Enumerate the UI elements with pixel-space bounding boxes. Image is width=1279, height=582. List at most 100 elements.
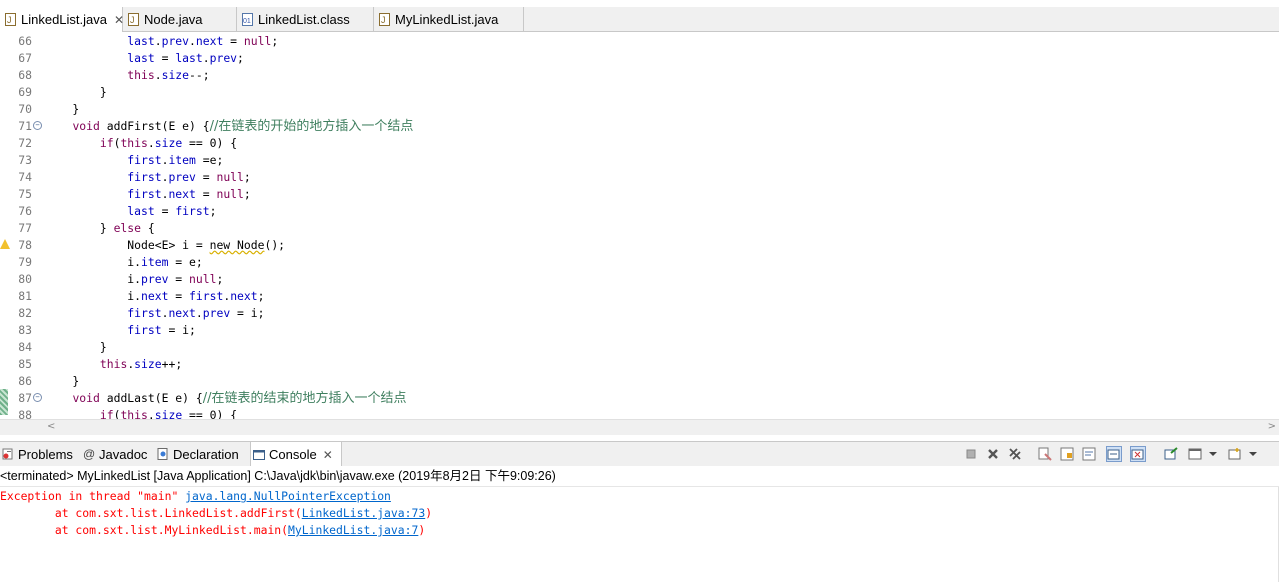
new-console-icon[interactable] (1228, 446, 1242, 460)
code-text: first.prev = null; (127, 170, 251, 184)
show-on-stdout-icon[interactable] (1106, 446, 1122, 462)
code-line[interactable]: 66 last.prev.next = null; (0, 33, 1279, 50)
show-on-stderr-icon[interactable] (1130, 446, 1146, 462)
code-line[interactable]: 84 } (0, 339, 1279, 356)
tab-node-java[interactable]: J Node.java (123, 7, 237, 31)
tab-mylinkedlist-java[interactable]: J MyLinkedList.java (374, 7, 524, 31)
code-line[interactable]: 67 last = last.prev; (0, 50, 1279, 67)
line-number: 73 (18, 153, 32, 167)
code-line[interactable]: 82 first.next.prev = i; (0, 305, 1279, 322)
tab-problems[interactable]: Problems (0, 442, 79, 466)
code-text: this.size++; (99, 357, 183, 371)
line-number: 66 (18, 34, 32, 48)
tab-javadoc[interactable]: @ Javadoc (81, 442, 153, 466)
code-line[interactable]: 78 Node<E> i = new Node(); (0, 237, 1279, 254)
close-icon[interactable]: ✕ (323, 448, 333, 462)
declaration-icon (157, 448, 169, 460)
fold-collapse-icon[interactable]: − (33, 121, 42, 130)
code-line[interactable]: 79 i.item = e; (0, 254, 1279, 271)
clear-console-icon[interactable] (1038, 446, 1052, 461)
scroll-lock-icon[interactable] (1060, 446, 1074, 461)
view-menu-icon[interactable] (1246, 446, 1260, 460)
code-text: last = last.prev; (127, 51, 244, 65)
tab-label: Declaration (173, 446, 239, 462)
java-file-icon: J (5, 13, 16, 26)
code-text: } (45, 85, 107, 99)
scroll-right-icon[interactable]: > (1268, 421, 1276, 432)
stacktrace-link[interactable]: MyLinkedList.java:7 (288, 523, 418, 537)
stacktrace-link[interactable]: LinkedList.java:73 (302, 506, 425, 520)
code-line[interactable]: 74 first.prev = null; (0, 169, 1279, 186)
code-editor[interactable]: 66 last.prev.next = null; 67 last = last.… (0, 32, 1279, 419)
code-text: last = first; (127, 204, 217, 218)
line-number: 87 (18, 391, 32, 405)
java-file-icon: J (128, 12, 139, 26)
console-output[interactable]: Exception in thread "main" java.lang.Nul… (0, 487, 1279, 582)
code-line[interactable]: 75 first.next = null; (0, 186, 1279, 203)
code-text: first.next = null; (127, 187, 251, 201)
code-text: last.prev.next = null; (127, 34, 279, 48)
line-number: 67 (18, 51, 32, 65)
view-tab-bar: Problems @ Javadoc Declaration Console ✕ (0, 441, 1279, 467)
terminate-icon[interactable] (964, 446, 978, 460)
line-number: 76 (18, 204, 32, 218)
tab-label: Problems (18, 446, 73, 462)
code-line[interactable]: 87− void addLast(E e) {//在链表的结束的地方插入一个结点 (0, 390, 1279, 407)
stacktrace-link[interactable]: java.lang.NullPointerException (185, 489, 391, 503)
line-number: 69 (18, 85, 32, 99)
line-number: 70 (18, 102, 32, 116)
line-number: 86 (18, 374, 32, 388)
window-top-border (0, 0, 1279, 7)
line-number: 81 (18, 289, 32, 303)
warning-icon[interactable] (0, 239, 10, 249)
code-text: this.size--; (127, 68, 210, 82)
tab-linkedlist-java[interactable]: J LinkedList.java ✕ (0, 7, 124, 32)
code-line[interactable]: 88 if(this.size == 0) { (0, 407, 1279, 419)
code-line[interactable]: 72 if(this.size == 0) { (0, 135, 1279, 152)
console-line: Exception in thread "main" java.lang.Nul… (0, 489, 391, 503)
problems-icon (2, 448, 14, 460)
code-text: } (45, 102, 80, 116)
java-file-icon: J (379, 12, 390, 26)
code-line[interactable]: 83 first = i; (0, 322, 1279, 339)
code-line[interactable]: 86 } (0, 373, 1279, 390)
console-line: at com.sxt.list.MyLinkedList.main(MyLink… (0, 523, 426, 537)
code-text: } else { (45, 221, 155, 235)
remove-all-terminated-icon[interactable] (1008, 446, 1022, 460)
console-line: at com.sxt.list.LinkedList.addFirst(Link… (0, 506, 433, 520)
tab-declaration[interactable]: Declaration (155, 442, 248, 466)
display-console-icon[interactable] (1188, 446, 1202, 460)
code-line[interactable]: 77 } else { (0, 220, 1279, 237)
line-number: 75 (18, 187, 32, 201)
horizontal-scrollbar[interactable]: < > (0, 419, 1279, 435)
code-text: first.next.prev = i; (127, 306, 265, 320)
fold-collapse-icon[interactable]: − (33, 393, 42, 402)
code-line[interactable]: 81 i.next = first.next; (0, 288, 1279, 305)
tab-label: Javadoc (99, 446, 148, 462)
code-line[interactable]: 70 } (0, 101, 1279, 118)
code-line[interactable]: 69 } (0, 84, 1279, 101)
line-number: 74 (18, 170, 32, 184)
code-text: if(this.size == 0) { (99, 136, 238, 150)
code-line[interactable]: 85 this.size++; (0, 356, 1279, 373)
tab-console[interactable]: Console ✕ (250, 442, 342, 467)
code-line[interactable]: 71− void addFirst(E e) {//在链表的开始的地方插入一个结… (0, 118, 1279, 135)
tab-label: Node.java (144, 11, 203, 27)
pin-console-icon[interactable] (1164, 446, 1178, 460)
code-line[interactable]: 76 last = first; (0, 203, 1279, 220)
line-number: 88 (18, 408, 32, 419)
dropdown-icon[interactable] (1206, 446, 1220, 460)
code-line[interactable]: 68 this.size--; (0, 67, 1279, 84)
code-text: i.next = first.next; (45, 289, 265, 303)
editor-tab-bar: J LinkedList.java ✕ J Node.java 01 Linke… (0, 7, 1279, 32)
tab-label: Console (269, 447, 317, 462)
code-line[interactable]: 73 first.item =e; (0, 152, 1279, 169)
scroll-left-icon[interactable]: < (47, 421, 55, 432)
word-wrap-icon[interactable] (1082, 446, 1096, 461)
tab-linkedlist-class[interactable]: 01 LinkedList.class (237, 7, 374, 31)
code-text: void addFirst(E e) {//在链表的开始的地方插入一个结点 (72, 119, 414, 134)
svg-text:J: J (7, 15, 12, 25)
code-text: } (45, 340, 107, 354)
code-line[interactable]: 80 i.prev = null; (0, 271, 1279, 288)
remove-launch-icon[interactable] (986, 446, 1000, 460)
